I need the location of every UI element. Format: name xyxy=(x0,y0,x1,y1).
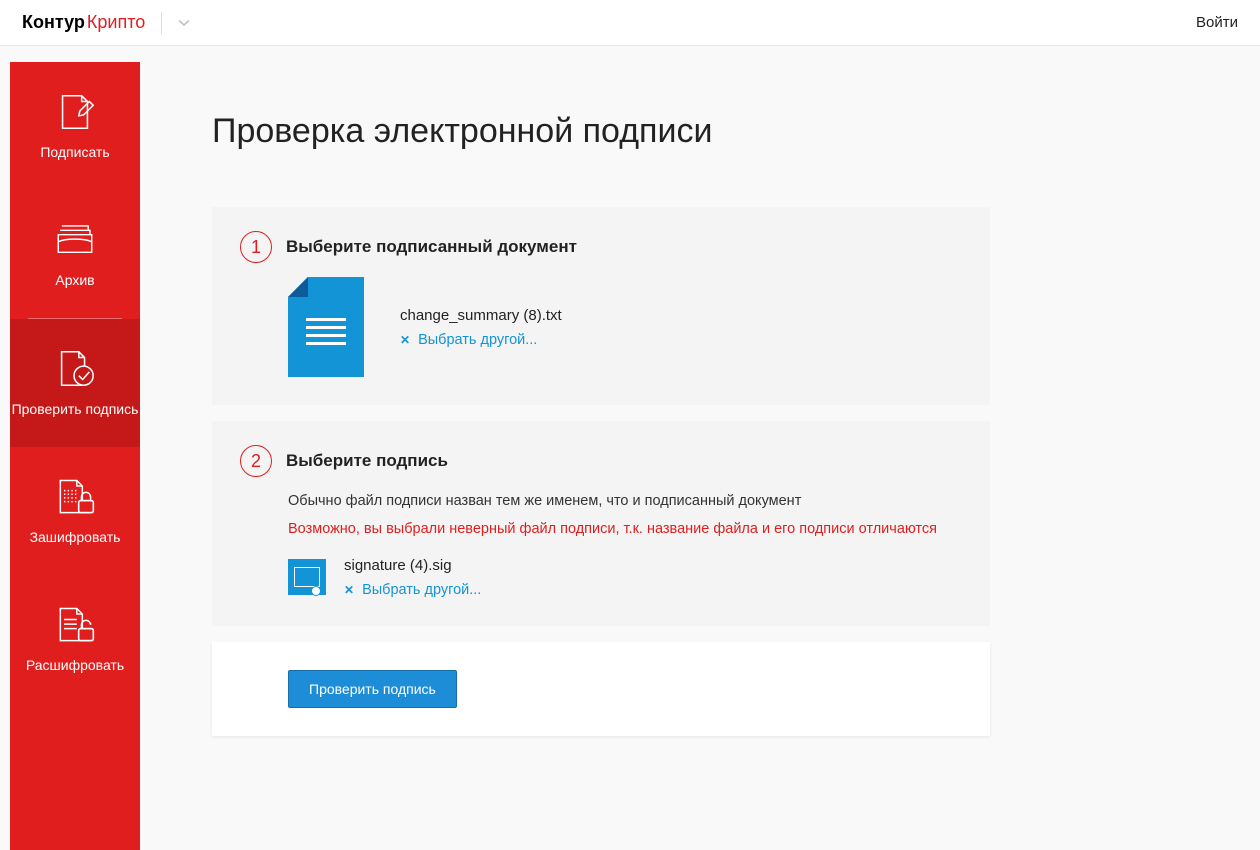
sign-icon xyxy=(53,90,97,134)
topbar: Контур Крипто Войти xyxy=(0,0,1260,46)
step2-choose-other[interactable]: ✕ Выбрать другой... xyxy=(344,582,481,598)
sidebar: Подписать Архив xyxy=(10,62,140,850)
step2-filerow: signature (4).sig ✕ Выбрать другой... xyxy=(288,557,962,598)
verify-icon xyxy=(53,347,97,391)
close-icon: ✕ xyxy=(400,333,410,347)
content: Проверка электронной подписи 1 Выберите … xyxy=(140,62,1260,850)
step1-title: Выберите подписанный документ xyxy=(286,237,577,257)
decrypt-icon xyxy=(53,603,97,647)
sidebar-item-label: Подписать xyxy=(40,144,109,162)
step1-choose-other[interactable]: ✕ Выбрать другой... xyxy=(400,332,562,348)
step2-card: 2 Выберите подпись Обычно файл подписи н… xyxy=(212,421,990,626)
step2-warning: Возможно, вы выбрали неверный файл подпи… xyxy=(288,519,962,541)
close-icon: ✕ xyxy=(344,583,354,597)
step1-number: 1 xyxy=(240,231,272,263)
step1-body: change_summary (8).txt ✕ Выбрать другой.… xyxy=(240,277,962,377)
step2-filename: signature (4).sig xyxy=(344,557,481,574)
archive-icon xyxy=(53,218,97,262)
step2-body: Обычно файл подписи назван тем же именем… xyxy=(240,491,962,598)
logo-separator xyxy=(161,12,162,34)
action-card: Проверить подпись xyxy=(212,642,990,736)
document-icon xyxy=(288,277,364,377)
sidebar-item-label: Расшифровать xyxy=(26,657,124,675)
logo[interactable]: Контур Крипто xyxy=(22,12,190,34)
workspace: Подписать Архив xyxy=(0,46,1260,850)
choose-other-label: Выбрать другой... xyxy=(418,332,537,348)
verify-button[interactable]: Проверить подпись xyxy=(288,670,457,708)
choose-other-label: Выбрать другой... xyxy=(362,582,481,598)
sidebar-item-encrypt[interactable]: Зашифровать xyxy=(10,447,140,575)
sidebar-item-label: Проверить подпись xyxy=(12,401,139,419)
signature-icon xyxy=(288,559,326,595)
step1-filerow: change_summary (8).txt ✕ Выбрать другой.… xyxy=(288,277,962,377)
step2-number: 2 xyxy=(240,445,272,477)
step1-filename: change_summary (8).txt xyxy=(400,307,562,324)
logo-text-1: Контур xyxy=(22,12,85,33)
sidebar-item-decrypt[interactable]: Расшифровать xyxy=(10,575,140,703)
sidebar-item-verify[interactable]: Проверить подпись xyxy=(10,319,140,447)
step2-hint: Обычно файл подписи назван тем же именем… xyxy=(288,491,962,513)
logo-text-2: Крипто xyxy=(87,12,145,33)
encrypt-icon xyxy=(53,475,97,519)
sidebar-item-sign[interactable]: Подписать xyxy=(10,62,140,190)
step2-title: Выберите подпись xyxy=(286,451,448,471)
step2-filecol: signature (4).sig ✕ Выбрать другой... xyxy=(344,557,481,598)
step2-head: 2 Выберите подпись xyxy=(240,445,962,477)
step1-card: 1 Выберите подписанный документ change_s… xyxy=(212,207,990,405)
step1-filecol: change_summary (8).txt ✕ Выбрать другой.… xyxy=(400,307,562,348)
page: Проверка электронной подписи 1 Выберите … xyxy=(140,62,990,736)
chevron-down-icon[interactable] xyxy=(178,19,190,27)
sidebar-item-archive[interactable]: Архив xyxy=(10,190,140,318)
page-title: Проверка электронной подписи xyxy=(212,112,990,151)
login-link[interactable]: Войти xyxy=(1196,14,1238,31)
step1-head: 1 Выберите подписанный документ xyxy=(240,231,962,263)
sidebar-item-label: Архив xyxy=(55,272,94,290)
sidebar-item-label: Зашифровать xyxy=(30,529,121,547)
